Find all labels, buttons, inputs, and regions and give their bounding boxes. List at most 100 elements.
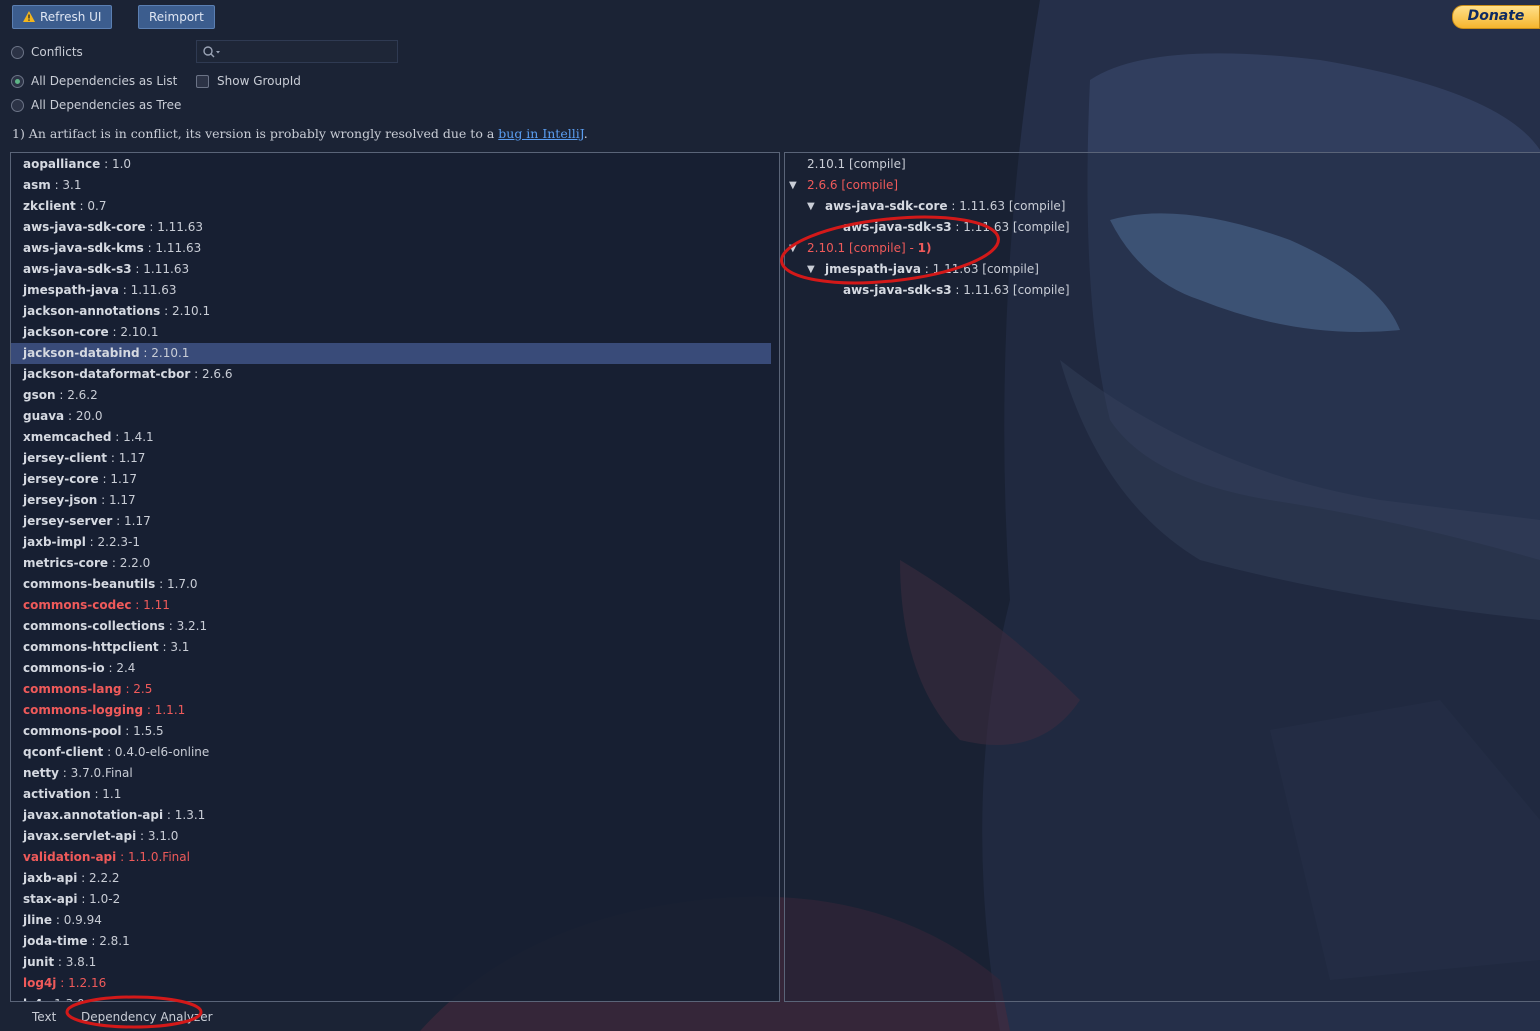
dependency-row[interactable]: jaxb-impl : 2.2.3-1 xyxy=(11,532,771,553)
dependency-row[interactable]: validation-api : 1.1.0.Final xyxy=(11,847,771,868)
tree-node-name: aws-java-sdk-s3 xyxy=(843,220,952,234)
all-dependencies-tree-radio-circle[interactable] xyxy=(11,98,24,112)
dependency-row[interactable]: stax-api : 1.0-2 xyxy=(11,889,771,910)
all-dependencies-list-label: All Dependencies as List xyxy=(31,74,178,88)
dependency-row[interactable]: jackson-core : 2.10.1 xyxy=(11,322,771,343)
dependency-name: xmemcached xyxy=(23,430,112,444)
show-groupid-box[interactable] xyxy=(196,74,209,88)
show-groupid-checkbox[interactable]: Show GroupId xyxy=(196,74,301,88)
reimport-label: Reimport xyxy=(149,10,204,24)
tree-node[interactable]: ▼ 2.6.6 [compile] xyxy=(785,175,1525,196)
dependency-row[interactable]: javax.annotation-api : 1.3.1 xyxy=(11,805,771,826)
dependency-row[interactable]: jersey-core : 1.17 xyxy=(11,469,771,490)
dependency-name: commons-httpclient xyxy=(23,640,159,654)
donate-label: Donate xyxy=(1467,8,1525,24)
dependency-row[interactable]: metrics-core : 2.2.0 xyxy=(11,553,771,574)
tree-node[interactable]: 2.10.1 [compile] xyxy=(785,154,1525,175)
dependency-row[interactable]: commons-pool : 1.5.5 xyxy=(11,721,771,742)
dependency-separator: : xyxy=(139,346,152,360)
conflicts-radio[interactable]: Conflicts xyxy=(11,45,83,59)
dependency-separator: : xyxy=(77,892,90,906)
expand-arrow-icon[interactable]: ▼ xyxy=(789,238,797,259)
dependency-row[interactable]: jackson-annotations : 2.10.1 xyxy=(11,301,771,322)
tree-node[interactable]: ▼ jmespath-java : 1.11.63 [compile] xyxy=(785,259,1525,280)
dependency-row[interactable]: javax.servlet-api : 3.1.0 xyxy=(11,826,771,847)
tree-node[interactable]: aws-java-sdk-s3 : 1.11.63 [compile] xyxy=(785,217,1525,238)
dependency-row[interactable]: lz4 : 1.3.0 xyxy=(11,994,771,1001)
dependency-row[interactable]: xmemcached : 1.4.1 xyxy=(11,427,771,448)
all-dependencies-tree-radio[interactable]: All Dependencies as Tree xyxy=(11,98,181,112)
dependency-name: aws-java-sdk-s3 xyxy=(23,262,132,276)
tree-node-content: aws-java-sdk-s3 : 1.11.63 [compile] xyxy=(843,217,1070,238)
search-input[interactable] xyxy=(222,44,397,59)
tab-text[interactable]: Text xyxy=(32,1010,56,1024)
dependency-row[interactable]: jmespath-java : 1.11.63 xyxy=(11,280,771,301)
dependency-row[interactable]: aws-java-sdk-kms : 1.11.63 xyxy=(11,238,771,259)
dependency-name: lz4 xyxy=(23,997,42,1001)
tree-node-content: 2.10.1 [compile] - 1) xyxy=(807,238,931,259)
dependency-row[interactable]: netty : 3.7.0.Final xyxy=(11,763,771,784)
dependency-row[interactable]: jackson-databind : 2.10.1 xyxy=(11,343,771,364)
dependency-row[interactable]: aws-java-sdk-core : 1.11.63 xyxy=(11,217,771,238)
dependency-row[interactable]: qconf-client : 0.4.0-el6-online xyxy=(11,742,771,763)
all-dependencies-list-radio[interactable]: All Dependencies as List xyxy=(11,74,177,88)
tab-dependency-analyzer[interactable]: Dependency Analyzer xyxy=(81,1010,213,1024)
expand-arrow-icon[interactable]: ▼ xyxy=(789,175,797,196)
dependency-name: junit xyxy=(23,955,55,969)
dependency-row[interactable]: jline : 0.9.94 xyxy=(11,910,771,931)
all-dependencies-list-radio-circle[interactable] xyxy=(11,74,24,88)
dependency-row[interactable]: aws-java-sdk-s3 : 1.11.63 xyxy=(11,259,771,280)
dependency-row[interactable]: jackson-dataformat-cbor : 2.6.6 xyxy=(11,364,771,385)
dependency-name: jaxb-api xyxy=(23,871,78,885)
dependency-row[interactable]: commons-io : 2.4 xyxy=(11,658,771,679)
dependency-row[interactable]: asm : 3.1 xyxy=(11,175,771,196)
dependency-row[interactable]: log4j : 1.2.16 xyxy=(11,973,771,994)
dependency-separator: : xyxy=(121,724,134,738)
reimport-button[interactable]: Reimport xyxy=(138,5,215,29)
search-field[interactable] xyxy=(196,40,398,63)
dependency-separator: : xyxy=(131,262,144,276)
dependency-version: 1.4.1 xyxy=(123,430,154,444)
dependency-row[interactable]: aopalliance : 1.0 xyxy=(11,154,771,175)
dependency-version: 3.1 xyxy=(170,640,190,654)
dependency-name: jline xyxy=(23,913,53,927)
dependency-name: jackson-core xyxy=(23,325,109,339)
dependency-version: 2.2.3-1 xyxy=(97,535,141,549)
dependency-row[interactable]: commons-codec : 1.11 xyxy=(11,595,771,616)
dependency-row[interactable]: jaxb-api : 2.2.2 xyxy=(11,868,771,889)
dependency-row[interactable]: junit : 3.8.1 xyxy=(11,952,771,973)
dependency-version: 1.3.0 xyxy=(54,997,85,1001)
tree-node[interactable]: ▼ 2.10.1 [compile] - 1) xyxy=(785,238,1525,259)
intellij-bug-link[interactable]: bug in IntelliJ xyxy=(498,126,584,141)
dependency-version: 1.17 xyxy=(124,514,151,528)
dependency-row[interactable]: commons-beanutils : 1.7.0 xyxy=(11,574,771,595)
expand-arrow-icon[interactable]: ▼ xyxy=(807,196,815,217)
dependency-row[interactable]: activation : 1.1 xyxy=(11,784,771,805)
dependency-row[interactable]: jersey-client : 1.17 xyxy=(11,448,771,469)
expand-arrow-icon[interactable]: ▼ xyxy=(807,259,815,280)
dependency-row[interactable]: gson : 2.6.2 xyxy=(11,385,771,406)
dependency-separator: : xyxy=(158,640,171,654)
tree-node[interactable]: ▼ aws-java-sdk-core : 1.11.63 [compile] xyxy=(785,196,1525,217)
dependency-version: 1.11.63 xyxy=(143,262,190,276)
dependency-row[interactable]: commons-httpclient : 3.1 xyxy=(11,637,771,658)
dependency-separator: : xyxy=(77,871,89,885)
dependency-row[interactable]: zkclient : 0.7 xyxy=(11,196,771,217)
dependency-separator: : xyxy=(75,199,88,213)
dependency-row[interactable]: commons-lang : 2.5 xyxy=(11,679,771,700)
refresh-ui-button[interactable]: Refresh UI xyxy=(12,5,113,29)
dependency-name: commons-pool xyxy=(23,724,122,738)
dependency-row[interactable]: joda-time : 2.8.1 xyxy=(11,931,771,952)
dependency-row[interactable]: commons-collections : 3.2.1 xyxy=(11,616,771,637)
tree-node[interactable]: aws-java-sdk-s3 : 1.11.63 [compile] xyxy=(785,280,1525,301)
dependency-row[interactable]: guava : 20.0 xyxy=(11,406,771,427)
dependency-row[interactable]: commons-logging : 1.1.1 xyxy=(11,700,771,721)
dependency-name: guava xyxy=(23,409,65,423)
donate-button[interactable]: Donate xyxy=(1452,5,1540,29)
dependency-row[interactable]: jersey-server : 1.17 xyxy=(11,511,771,532)
dependency-version: 1.17 xyxy=(118,451,146,465)
dependency-version: 3.8.1 xyxy=(65,955,97,969)
dependency-row[interactable]: jersey-json : 1.17 xyxy=(11,490,771,511)
dependency-separator: : xyxy=(131,598,144,612)
conflicts-radio-circle[interactable] xyxy=(11,45,24,59)
